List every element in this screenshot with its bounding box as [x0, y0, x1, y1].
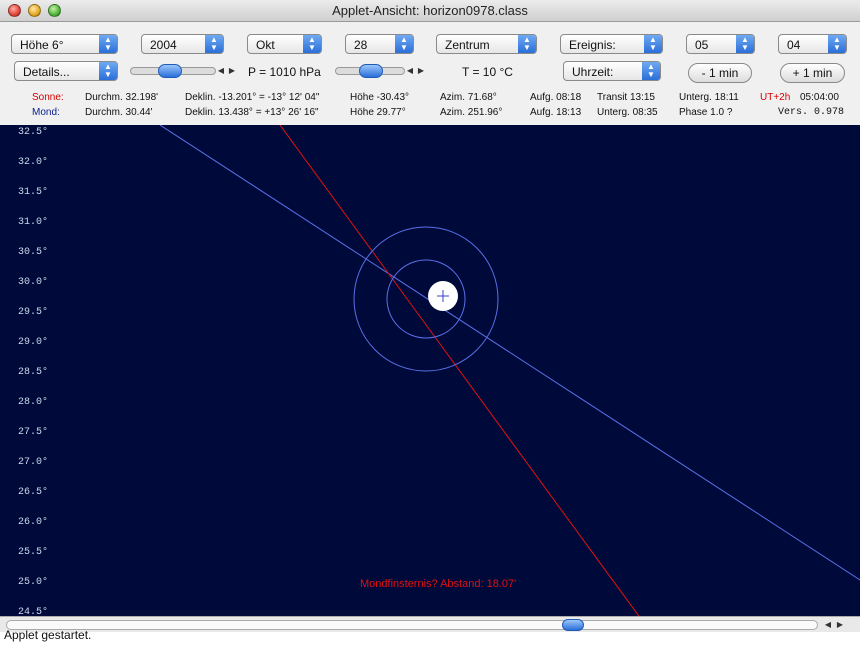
- sun-transit: Transit 13:15: [597, 92, 655, 103]
- moon-azimuth: Azim. 251.96°: [440, 107, 503, 118]
- minute-select[interactable]: 04 ▲ ▼: [778, 34, 847, 54]
- altitude-tick-label: 32.5°: [18, 127, 49, 138]
- altitude-tick-label: 27.5°: [18, 427, 49, 438]
- arrow-right-icon[interactable]: ▶: [227, 64, 237, 78]
- moon-declination: Deklin. 13.438° = +13° 26' 16": [185, 107, 319, 118]
- moon-diameter: Durchm. 30.44': [85, 107, 153, 118]
- chevron-updown-icon: ▲ ▼: [828, 35, 846, 53]
- window-title: Applet-Ansicht: horizon0978.class: [332, 3, 528, 18]
- chevron-updown-icon: ▲ ▼: [518, 35, 536, 53]
- chevron-updown-icon: ▲ ▼: [303, 35, 321, 53]
- status-text: Applet gestartet.: [4, 628, 92, 642]
- outer-ring: [353, 226, 499, 372]
- mode-select[interactable]: Zentrum ▲ ▼: [436, 34, 537, 54]
- uhrzeit-select[interactable]: Uhrzeit: ▲ ▼: [563, 61, 661, 81]
- arrow-left-icon[interactable]: ◀: [822, 618, 834, 632]
- chevron-updown-icon: ▲ ▼: [99, 35, 117, 53]
- altitude-tick-label: 30.0°: [18, 277, 49, 288]
- chevron-updown-icon: ▲ ▼: [205, 35, 223, 53]
- day-select[interactable]: 28 ▲ ▼: [345, 34, 414, 54]
- sun-azimuth: Azim. 71.68°: [440, 92, 497, 103]
- moon-rise: Aufg. 18:13: [530, 107, 582, 118]
- ut-offset: UT+2h: [760, 92, 791, 103]
- sun-altitude: Höhe -30.43°: [350, 92, 410, 103]
- altitude-tick-label: 31.5°: [18, 187, 49, 198]
- chevron-updown-icon: ▲ ▼: [395, 35, 413, 53]
- sun-set: Unterg. 18:11: [679, 92, 739, 103]
- moon-phase: Phase 1.0 ?: [679, 107, 733, 118]
- altitude-tick-label: 25.0°: [18, 577, 49, 588]
- moon-altitude: Höhe 29.77°: [350, 107, 406, 118]
- temperature-label: T = 10 °C: [462, 65, 513, 79]
- arrow-left-icon[interactable]: ◀: [216, 64, 226, 78]
- month-select[interactable]: Okt ▲ ▼: [247, 34, 322, 54]
- altitude-tick-label: 28.5°: [18, 367, 49, 378]
- chevron-updown-icon: ▲ ▼: [736, 35, 754, 53]
- altitude-tick-label: 29.5°: [18, 307, 49, 318]
- sky-canvas: Mondfinsternis? Abstand: 18.07': [159, 125, 860, 616]
- pressure-label: P = 1010 hPa: [248, 65, 321, 79]
- sun-declination: Deklin. -13.201° = -13° 12' 04": [185, 92, 320, 103]
- chevron-updown-icon: ▲ ▼: [99, 62, 117, 80]
- chevron-updown-icon: ▲ ▼: [644, 35, 662, 53]
- temperature-slider[interactable]: ◀ ▶: [335, 64, 427, 78]
- minus-one-minute-button[interactable]: - 1 min: [688, 63, 752, 83]
- altitude-tick-label: 28.0°: [18, 397, 49, 408]
- control-panel: Höhe 6° ▲ ▼ 2004 ▲ ▼ Okt ▲ ▼ 28 ▲ ▼ Zentrum …: [0, 22, 860, 125]
- altitude-tick-label: 27.0°: [18, 457, 49, 468]
- sun-label: Sonne:: [32, 92, 64, 103]
- year-select[interactable]: 2004 ▲ ▼: [141, 34, 224, 54]
- altitude-tick-label: 31.0°: [18, 217, 49, 228]
- horizon-line: [159, 125, 860, 581]
- altitude-tick-label: 25.5°: [18, 547, 49, 558]
- arrow-left-icon[interactable]: ◀: [405, 64, 415, 78]
- altitude-tick-label: 32.0°: [18, 157, 49, 168]
- slider-thumb[interactable]: [158, 64, 182, 78]
- sun-rise: Aufg. 08:18: [530, 92, 582, 103]
- altitude-tick-label: 24.5°: [18, 607, 49, 616]
- altitude-tick-label: 29.0°: [18, 337, 49, 348]
- current-time: 05:04:00: [800, 92, 839, 103]
- moon-label: Mond:: [32, 107, 60, 118]
- applet-version: Vers. 0.978: [778, 107, 845, 118]
- arrow-right-icon[interactable]: ▶: [834, 618, 846, 632]
- pressure-slider[interactable]: ◀ ▶: [130, 64, 238, 78]
- status-bar: Applet gestartet.: [0, 628, 860, 654]
- hour-select[interactable]: 05 ▲ ▼: [686, 34, 755, 54]
- altitude-tick-label: 30.5°: [18, 247, 49, 258]
- hoehe-select[interactable]: Höhe 6° ▲ ▼: [11, 34, 118, 54]
- slider-thumb[interactable]: [359, 64, 383, 78]
- scrollbar-thumb[interactable]: [562, 619, 584, 631]
- eclipse-note: Mondfinsternis? Abstand: 18.07': [360, 578, 516, 590]
- plus-one-minute-button[interactable]: + 1 min: [780, 63, 845, 83]
- moon-set: Unterg. 08:35: [597, 107, 658, 118]
- window-titlebar: Applet-Ansicht: horizon0978.class: [0, 0, 860, 22]
- altitude-tick-label: 26.5°: [18, 487, 49, 498]
- altitude-tick-label: 26.0°: [18, 517, 49, 528]
- sky-view[interactable]: Mondfinsternis? Abstand: 18.07' 32.5° 32.…: [0, 125, 860, 616]
- horizontal-scrollbar[interactable]: ◀ ▶: [0, 616, 860, 632]
- chevron-updown-icon: ▲ ▼: [642, 62, 660, 80]
- sun-diameter: Durchm. 32.198': [85, 92, 159, 103]
- arrow-right-icon[interactable]: ▶: [416, 64, 426, 78]
- event-select[interactable]: Ereignis: ▲ ▼: [560, 34, 663, 54]
- details-select[interactable]: Details... ▲ ▼: [14, 61, 118, 81]
